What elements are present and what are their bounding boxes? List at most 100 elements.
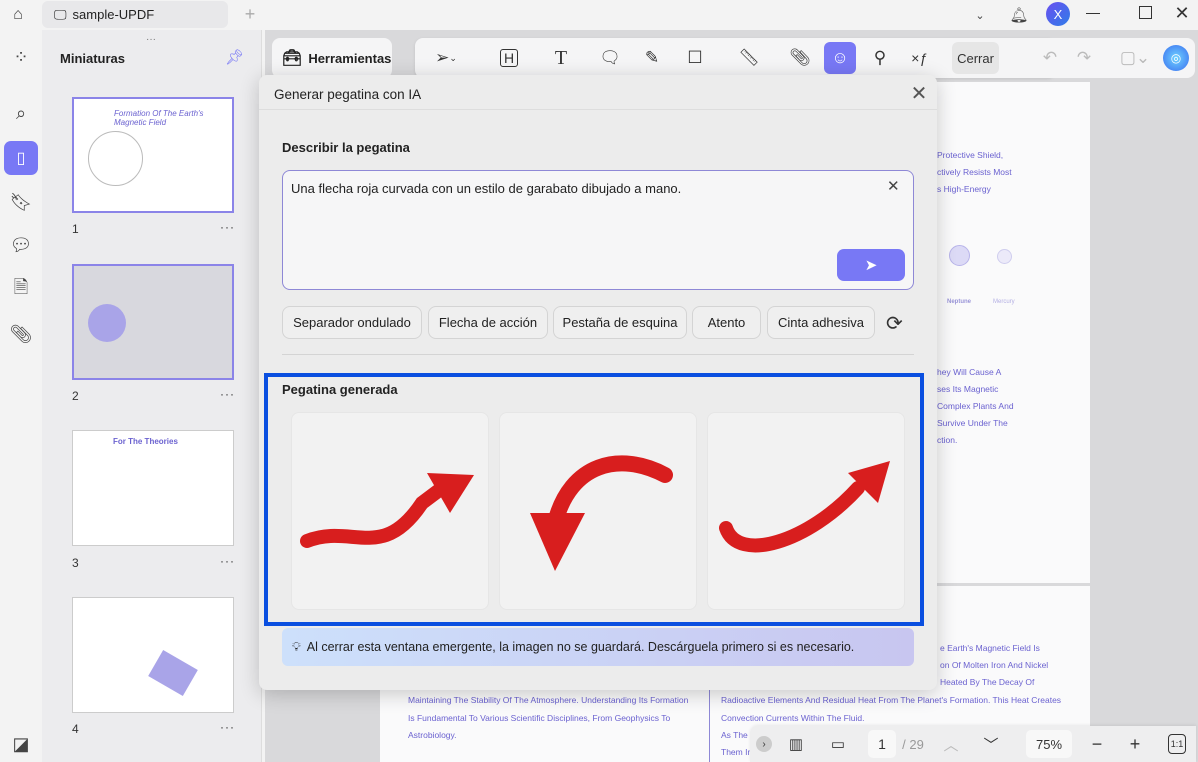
avatar[interactable]: X bbox=[1046, 2, 1070, 26]
comment-tool-icon[interactable]: 🗨︎ bbox=[595, 42, 625, 74]
suggestion-chip[interactable]: Cinta adhesiva bbox=[767, 306, 875, 339]
ai-sticker-dialog: Generar pegatina con IA ✕ Describir la p… bbox=[259, 75, 937, 690]
satellite-image bbox=[148, 650, 198, 696]
thumbnail-page-3[interactable]: For The Theories bbox=[72, 430, 234, 546]
close-window-button[interactable]: ✕ bbox=[1172, 3, 1192, 23]
text-tool-icon[interactable]: T bbox=[543, 42, 579, 74]
sticker-result-1[interactable] bbox=[291, 412, 489, 610]
zoom-out-icon[interactable]: − bbox=[1086, 730, 1108, 758]
suggestion-chip[interactable]: Pestaña de esquina bbox=[553, 306, 687, 339]
zoom-level[interactable]: 75% bbox=[1026, 730, 1072, 758]
next-page-icon[interactable]: ﹀ bbox=[980, 730, 1002, 758]
page-layout-icon[interactable]: ▥ bbox=[784, 730, 808, 758]
red-arrow-image bbox=[719, 461, 890, 553]
bell-icon[interactable]: 🔔︎ bbox=[1008, 4, 1030, 26]
actual-size-button[interactable]: 1:1 bbox=[1168, 734, 1186, 754]
suggestion-chip[interactable]: Separador ondulado bbox=[282, 306, 422, 339]
text-line: Is Fundamental To Various Scientific Dis… bbox=[408, 713, 671, 723]
page-number: 2 bbox=[72, 389, 79, 403]
text-line: on Of Molten Iron And Nickel bbox=[940, 660, 1049, 670]
send-icon: ➤ bbox=[864, 257, 878, 274]
signature-icon[interactable]: ×ƒ bbox=[903, 42, 935, 74]
thumbnail-title: For The Theories bbox=[113, 437, 178, 446]
shape-tool-icon[interactable]: ☐ bbox=[677, 42, 713, 74]
page-number: 1 bbox=[72, 222, 79, 236]
total-pages: / 29 bbox=[902, 736, 924, 752]
thumbnail-page-4[interactable] bbox=[72, 597, 234, 713]
save-icon[interactable]: ▢⌄ bbox=[1117, 42, 1153, 74]
presentation-icon[interactable]: ▭ bbox=[826, 730, 850, 758]
refresh-icon[interactable]: ⟳ bbox=[886, 311, 903, 336]
paperclip-icon[interactable]: 📎︎ bbox=[785, 42, 815, 74]
text-line: Radioactive Elements And Residual Heat F… bbox=[721, 695, 1062, 705]
close-tools-button[interactable]: Cerrar bbox=[952, 42, 999, 74]
drag-handle[interactable]: ··· bbox=[146, 34, 156, 45]
divider bbox=[282, 354, 914, 355]
home-icon[interactable]: ⌂ bbox=[6, 4, 30, 26]
send-button[interactable]: ➤ bbox=[837, 249, 905, 281]
text-line: Survive Under The bbox=[937, 418, 1008, 428]
diagram bbox=[88, 304, 126, 342]
describe-label: Describir la pegatina bbox=[282, 140, 410, 155]
diagram bbox=[88, 131, 143, 186]
undo-icon[interactable]: ↶ bbox=[1039, 42, 1061, 74]
text-line: Complex Plants And bbox=[937, 401, 1014, 411]
page-number-input[interactable]: 1 bbox=[868, 730, 896, 758]
suggestion-chip[interactable]: Flecha de acción bbox=[428, 306, 548, 339]
zoom-in-icon[interactable]: + bbox=[1124, 730, 1146, 758]
thumbnail-page-1[interactable]: Formation Of The Earth's Magnetic Field bbox=[72, 97, 234, 213]
pin-icon[interactable]: 📌︎ bbox=[225, 48, 244, 66]
generated-stickers-section: Pegatina generada bbox=[264, 373, 924, 626]
select-tool-icon[interactable]: ➢ ⌄ bbox=[429, 42, 463, 74]
page-number: 4 bbox=[72, 722, 79, 736]
suggestion-chip[interactable]: Atento bbox=[692, 306, 761, 339]
previous-page-icon[interactable]: ︿ bbox=[940, 730, 962, 758]
maximize-button[interactable] bbox=[1139, 6, 1152, 19]
planet-label: Mercury bbox=[993, 299, 1015, 305]
minimize-button[interactable] bbox=[1086, 13, 1100, 14]
ai-assistant-icon[interactable]: ◎ bbox=[1163, 45, 1189, 71]
sticker-tool-icon[interactable]: ☺ bbox=[824, 42, 856, 74]
document-icon[interactable]: 🗎 bbox=[4, 273, 38, 307]
annotation-toolbar: ➢ ⌄ H T 🗨︎ ✎ ☐ 📏︎ 📎︎ ☺ ⚲ ×ƒ Cerrar bbox=[415, 38, 1055, 78]
more-button[interactable]: ··· bbox=[220, 720, 235, 734]
text-line: ses Its Magnetic bbox=[937, 384, 999, 394]
lightbulb-icon: 💡︎ bbox=[292, 639, 301, 654]
measure-tool-icon[interactable]: 📏︎ bbox=[731, 42, 767, 74]
layers-icon[interactable]: ◪ bbox=[4, 727, 38, 761]
redo-icon[interactable]: ↷ bbox=[1073, 42, 1095, 74]
page-navigation-bar: › ▥ ▭ 1 / 29 ︿ ﹀ 75% − + 1:1 bbox=[750, 726, 1196, 762]
page-number: 3 bbox=[72, 556, 79, 570]
text-line: Maintaining The Stability Of The Atmosph… bbox=[408, 695, 689, 705]
document-tab[interactable]: 🖵 sample-UPDF bbox=[42, 1, 228, 28]
bookmark-icon[interactable]: 🔖︎ bbox=[4, 185, 38, 219]
tools-button[interactable]: 🧰︎ Herramientas bbox=[272, 38, 392, 78]
red-arrow-image bbox=[530, 455, 673, 571]
text-line: Convection Currents Within The Fluid. bbox=[721, 713, 865, 723]
attachment-icon[interactable]: 📎︎ bbox=[4, 317, 38, 351]
chevron-down-icon[interactable]: ⌄ bbox=[970, 5, 990, 25]
new-tab-button[interactable]: + bbox=[240, 4, 260, 24]
text-line: Protective Shield, bbox=[937, 150, 1004, 160]
sticker-result-2[interactable] bbox=[499, 412, 697, 610]
thumbnails-icon[interactable]: ▯ bbox=[4, 141, 38, 175]
heading-tool-icon[interactable]: H bbox=[491, 42, 527, 74]
close-icon[interactable]: ✕ bbox=[909, 83, 929, 105]
search-icon[interactable]: ⌕ bbox=[4, 96, 38, 130]
expand-icon[interactable]: › bbox=[756, 736, 772, 752]
notice-banner: 💡︎ Al cerrar esta ventana emergente, la … bbox=[282, 628, 914, 666]
planet-label: Neptune bbox=[947, 299, 971, 305]
highlighter-icon[interactable]: ✎ bbox=[637, 42, 667, 74]
more-button[interactable]: ··· bbox=[220, 387, 235, 401]
thumbnail-page-2[interactable] bbox=[72, 264, 234, 380]
more-button[interactable]: ··· bbox=[220, 220, 235, 234]
stamp-icon[interactable]: ⚲ bbox=[865, 42, 895, 74]
grid-icon[interactable]: ⁘ bbox=[4, 40, 38, 74]
prompt-input[interactable]: Una flecha roja curvada con un estilo de… bbox=[282, 170, 914, 290]
panel-title: Miniaturas bbox=[60, 51, 126, 66]
planet-mercury bbox=[997, 249, 1012, 264]
sticker-result-3[interactable] bbox=[707, 412, 905, 610]
comment-icon[interactable]: 💬︎ bbox=[4, 228, 38, 262]
clear-icon[interactable]: ✕ bbox=[887, 177, 900, 195]
more-button[interactable]: ··· bbox=[220, 554, 235, 568]
